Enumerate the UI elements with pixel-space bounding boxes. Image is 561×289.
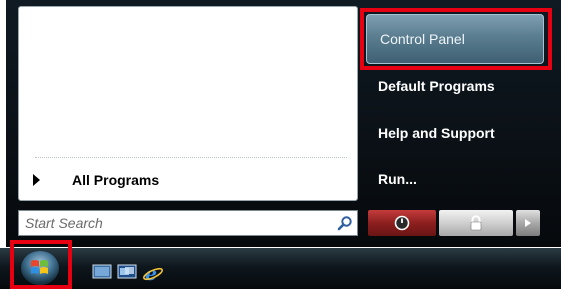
power-buttons (368, 210, 540, 236)
power-button[interactable] (368, 210, 436, 236)
shutdown-options-button[interactable] (516, 210, 540, 236)
screen: All Programs Start Search Control Panel … (0, 0, 561, 289)
triangle-right-icon (33, 174, 40, 186)
control-panel-item[interactable]: Control Panel (366, 14, 544, 64)
switch-windows-icon[interactable] (117, 263, 137, 281)
show-desktop-icon[interactable] (92, 263, 112, 281)
start-button[interactable] (16, 248, 64, 288)
run-item[interactable]: Run... (378, 171, 548, 187)
default-programs-label: Default Programs (378, 78, 495, 94)
lock-button[interactable] (439, 210, 513, 236)
arrow-right-icon (525, 219, 531, 227)
run-label: Run... (378, 171, 417, 187)
control-panel-label: Control Panel (380, 31, 465, 47)
programs-pane: All Programs (18, 6, 358, 201)
windows-logo-icon (21, 251, 59, 285)
start-search-placeholder[interactable]: Start Search (19, 215, 333, 231)
default-programs-item[interactable]: Default Programs (378, 78, 548, 94)
search-icon[interactable] (333, 211, 357, 235)
help-and-support-item[interactable]: Help and Support (378, 125, 548, 141)
lock-icon (470, 215, 482, 231)
start-search-box[interactable]: Start Search (18, 210, 358, 236)
all-programs-label: All Programs (72, 172, 160, 188)
all-programs-button[interactable]: All Programs (33, 169, 159, 191)
help-and-support-label: Help and Support (378, 125, 495, 141)
internet-explorer-icon[interactable]: e (142, 263, 163, 285)
taskbar (0, 248, 561, 289)
programs-divider (35, 157, 347, 158)
power-icon (394, 215, 410, 231)
